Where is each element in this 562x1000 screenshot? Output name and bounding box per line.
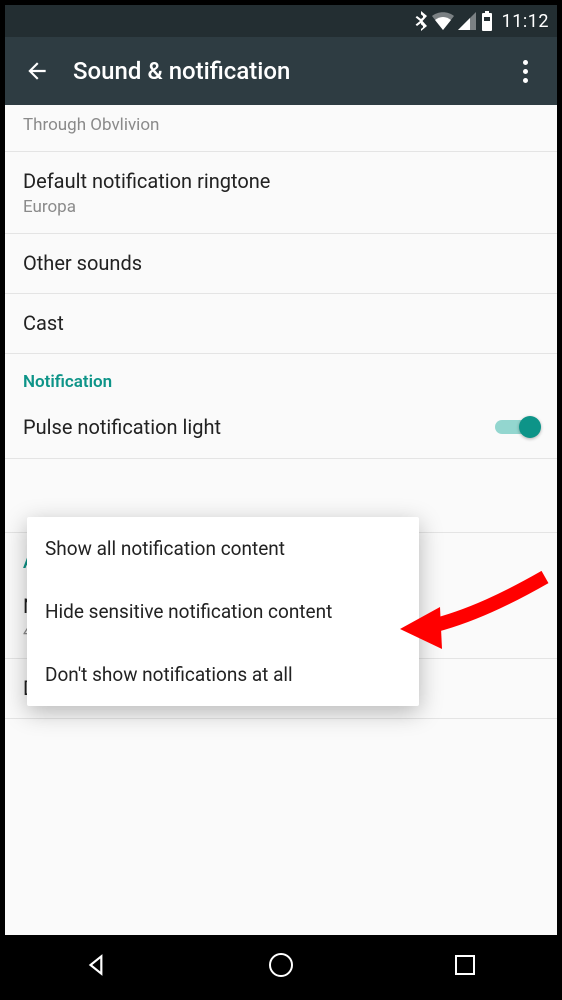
wifi-icon [432, 12, 454, 30]
battery-icon [480, 11, 494, 31]
overflow-menu-button[interactable] [505, 51, 545, 91]
popup-option-dont-show[interactable]: Don't show notifications at all [27, 643, 419, 706]
bluetooth-icon [414, 11, 428, 31]
popup-option-hide-sensitive[interactable]: Hide sensitive notification content [27, 580, 419, 643]
app-bar: Sound & notification [5, 37, 557, 105]
item-default-ringtone[interactable]: Default notification ringtone Europa [5, 152, 557, 234]
nav-home-button[interactable] [251, 935, 311, 995]
item-subtext: Europa [23, 197, 539, 217]
pulse-light-toggle[interactable] [495, 412, 539, 442]
more-vert-icon [523, 60, 528, 83]
item-through-oblivion[interactable]: Through Obvlivion [5, 105, 557, 152]
item-title: Pulse notification light [23, 414, 221, 441]
status-time: 11:12 [502, 11, 549, 32]
back-button[interactable] [17, 51, 57, 91]
item-title: Cast [23, 310, 539, 337]
navigation-bar [5, 935, 557, 995]
cell-signal-icon [458, 12, 476, 30]
popup-option-show-all[interactable]: Show all notification content [27, 517, 419, 580]
item-title: Other sounds [23, 250, 539, 277]
switch-thumb [519, 416, 541, 438]
item-other-sounds[interactable]: Other sounds [5, 234, 557, 294]
item-title: Default notification ringtone [23, 168, 539, 195]
item-cast[interactable]: Cast [5, 294, 557, 354]
page-title: Sound & notification [73, 57, 505, 85]
nav-back-button[interactable] [67, 935, 127, 995]
item-subtext: Through Obvlivion [23, 115, 539, 135]
item-pulse-light[interactable]: Pulse notification light [5, 396, 557, 459]
section-header-notification: Notification [5, 354, 557, 396]
notification-visibility-popup: Show all notification content Hide sensi… [27, 517, 419, 706]
status-bar: 11:12 [5, 5, 557, 37]
nav-recents-button[interactable] [435, 935, 495, 995]
